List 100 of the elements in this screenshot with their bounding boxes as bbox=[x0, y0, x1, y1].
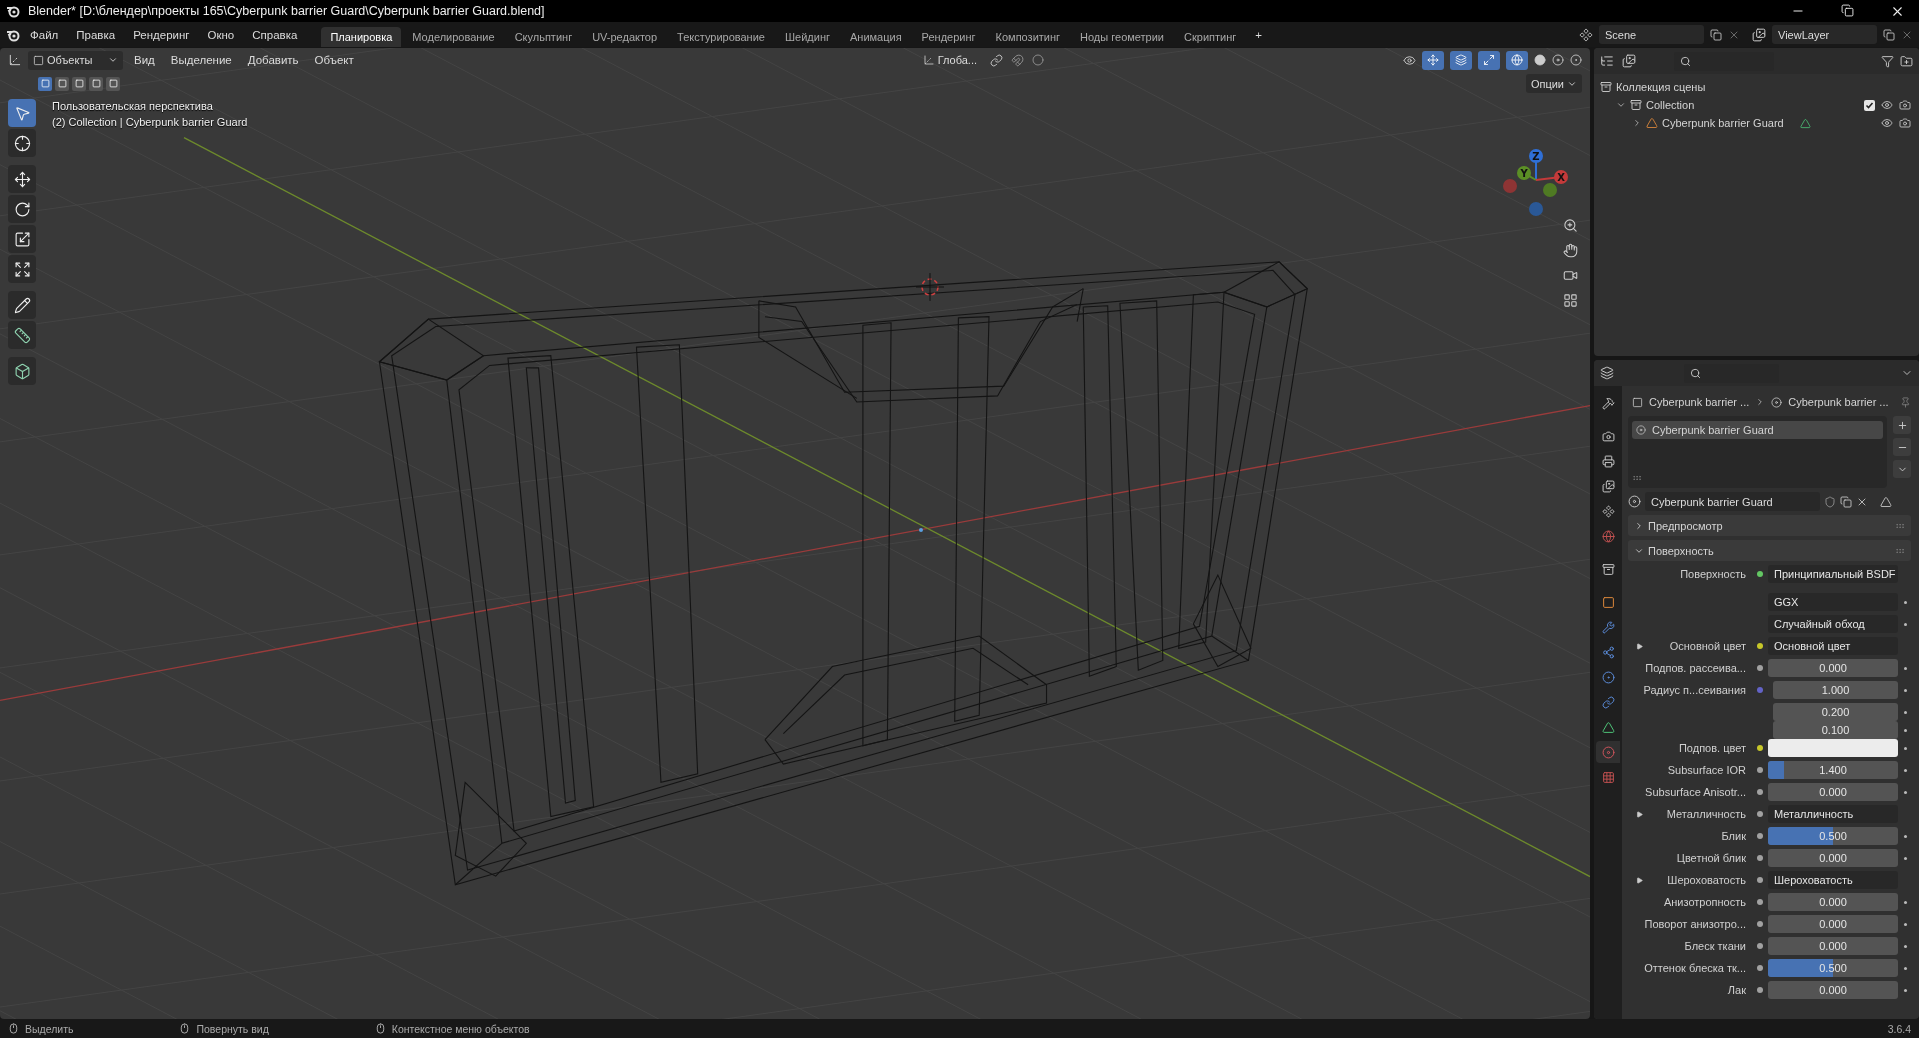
select-mode-button[interactable] bbox=[106, 76, 120, 91]
socket-dot[interactable] bbox=[1757, 855, 1763, 861]
camera-icon[interactable] bbox=[1899, 117, 1911, 129]
socket-dot[interactable] bbox=[1757, 643, 1763, 649]
expand-arrow-icon[interactable] bbox=[1636, 642, 1643, 650]
workspace-tab[interactable]: Скульптинг bbox=[505, 27, 582, 47]
add-workspace-button[interactable]: + bbox=[1247, 26, 1270, 43]
keyframe-dot[interactable] bbox=[1903, 790, 1907, 794]
panel-header[interactable]: Поверхность bbox=[1628, 540, 1911, 561]
value-slider[interactable]: 0.000 bbox=[1768, 849, 1898, 867]
overlay-toggle[interactable] bbox=[1450, 50, 1472, 70]
tool-button[interactable] bbox=[8, 255, 36, 283]
wireframe-shading-button[interactable] bbox=[1506, 50, 1528, 70]
material-shading-icon[interactable] bbox=[1552, 54, 1564, 66]
keyframe-dot[interactable] bbox=[1903, 988, 1907, 992]
socket-dot[interactable] bbox=[1757, 745, 1763, 751]
socket-dot[interactable] bbox=[1757, 899, 1763, 905]
value-slider[interactable]: 0.000 bbox=[1768, 915, 1898, 933]
breadcrumb-item[interactable]: Cyberpunk barrier ... bbox=[1649, 396, 1750, 408]
grip-icon[interactable] bbox=[1632, 473, 1642, 483]
tool-button[interactable] bbox=[8, 291, 36, 319]
rendered-shading-icon[interactable] bbox=[1570, 54, 1582, 66]
linked-node-field[interactable]: Шероховатость bbox=[1768, 871, 1898, 889]
menu-item[interactable]: Рендеринг bbox=[125, 26, 198, 43]
socket-dot[interactable] bbox=[1757, 571, 1763, 577]
grid-icon[interactable] bbox=[1563, 293, 1578, 308]
value-field[interactable]: 0.200 bbox=[1773, 703, 1898, 721]
socket-dot[interactable] bbox=[1757, 877, 1763, 883]
gizmo-icon[interactable] bbox=[1427, 54, 1439, 66]
socket-dot[interactable] bbox=[1757, 767, 1763, 773]
magnet-icon[interactable] bbox=[1011, 53, 1025, 67]
keyframe-dot[interactable] bbox=[1903, 900, 1907, 904]
tool-button[interactable] bbox=[8, 195, 36, 223]
socket-dot[interactable] bbox=[1757, 921, 1763, 927]
value-slider[interactable]: 0.000 bbox=[1768, 783, 1898, 801]
navigation-gizmo[interactable]: Z Y X bbox=[1490, 144, 1580, 228]
value-slider[interactable]: 0.000 bbox=[1768, 937, 1898, 955]
camera-view-icon[interactable] bbox=[1563, 268, 1578, 283]
workspace-tab[interactable]: Анимация bbox=[840, 27, 911, 47]
keyframe-dot[interactable] bbox=[1903, 600, 1907, 604]
value-slider[interactable]: 0.000 bbox=[1768, 893, 1898, 911]
options-dropdown[interactable]: Опции bbox=[1525, 74, 1582, 93]
socket-dot[interactable] bbox=[1757, 789, 1763, 795]
overlay-icon[interactable] bbox=[1455, 54, 1467, 66]
keyframe-dot[interactable] bbox=[1903, 622, 1907, 626]
menu-item[interactable]: Добавить bbox=[242, 52, 304, 68]
socket-dot[interactable] bbox=[1757, 965, 1763, 971]
workspace-tab[interactable]: Текстурирование bbox=[668, 27, 774, 47]
copy-icon[interactable] bbox=[1710, 28, 1722, 41]
workspace-tab[interactable]: Шейдинг bbox=[775, 27, 839, 47]
value-field[interactable]: 1.000 bbox=[1773, 681, 1898, 699]
expand-arrow-icon[interactable] bbox=[1636, 810, 1643, 818]
keyframe-dot[interactable] bbox=[1903, 710, 1907, 714]
axes-icon[interactable] bbox=[922, 54, 935, 66]
workspace-tab[interactable]: Композитинг bbox=[986, 27, 1070, 47]
value-slider[interactable]: 1.400 bbox=[1768, 761, 1898, 779]
menu-item[interactable]: Справка bbox=[244, 26, 306, 43]
material-browse-icon[interactable] bbox=[1628, 495, 1641, 508]
keyframe-dot[interactable] bbox=[1903, 728, 1907, 732]
tool-button[interactable] bbox=[8, 129, 36, 157]
orientation-dropdown[interactable]: Глоба... bbox=[917, 50, 983, 70]
workspace-tab[interactable]: Ноды геометрии bbox=[1071, 27, 1173, 47]
fake-user-icon[interactable] bbox=[1824, 495, 1836, 508]
axis-handle[interactable] bbox=[1543, 183, 1557, 197]
mesh-data-icon[interactable] bbox=[1880, 495, 1892, 508]
scene-icon[interactable] bbox=[1579, 27, 1593, 42]
workspace-tab[interactable]: Планировка bbox=[321, 27, 402, 47]
object-mode-icon[interactable] bbox=[33, 54, 44, 66]
xray-toggle[interactable] bbox=[1478, 50, 1500, 70]
tree-item-label[interactable]: Cyberpunk barrier Guard bbox=[1662, 117, 1784, 129]
keyframe-dot[interactable] bbox=[1903, 666, 1907, 670]
solid-shading-icon[interactable] bbox=[1534, 54, 1546, 66]
eye-icon[interactable] bbox=[1881, 99, 1893, 111]
workspace-tab[interactable]: UV-редактор bbox=[583, 27, 667, 47]
tree-item-label[interactable]: Collection bbox=[1646, 99, 1695, 111]
dropdown[interactable]: Случайный обход bbox=[1768, 615, 1898, 633]
wireframe-icon[interactable] bbox=[1511, 54, 1523, 66]
socket-dot[interactable] bbox=[1757, 687, 1763, 693]
panel-header[interactable]: Предпросмотр bbox=[1628, 515, 1911, 536]
menu-item[interactable]: Вид bbox=[129, 52, 160, 68]
tool-button[interactable] bbox=[8, 225, 36, 253]
logo-icon[interactable] bbox=[6, 4, 20, 18]
menu-item[interactable]: Выделение bbox=[165, 52, 237, 68]
socket-dot[interactable] bbox=[1757, 665, 1763, 671]
expand-arrow-icon[interactable] bbox=[1636, 876, 1643, 884]
keyframe-dot[interactable] bbox=[1903, 746, 1907, 750]
mode-dropdown[interactable]: Объекты bbox=[28, 50, 123, 70]
linked-node-field[interactable]: Принципиальный BSDF bbox=[1768, 565, 1898, 583]
tool-button[interactable] bbox=[8, 321, 36, 349]
scene-field[interactable]: Scene bbox=[1599, 25, 1704, 44]
proportional-icon[interactable] bbox=[1032, 54, 1045, 66]
gizmo-toggle[interactable] bbox=[1422, 50, 1444, 70]
menu-item[interactable]: Объект bbox=[309, 52, 359, 68]
socket-dot[interactable] bbox=[1757, 943, 1763, 949]
keyframe-dot[interactable] bbox=[1903, 768, 1907, 772]
axis-handle[interactable] bbox=[1529, 202, 1543, 216]
keyframe-dot[interactable] bbox=[1903, 944, 1907, 948]
editor-type-icon[interactable] bbox=[1600, 366, 1614, 380]
remove-slot-button[interactable] bbox=[1893, 438, 1911, 456]
tool-button[interactable] bbox=[8, 165, 36, 193]
